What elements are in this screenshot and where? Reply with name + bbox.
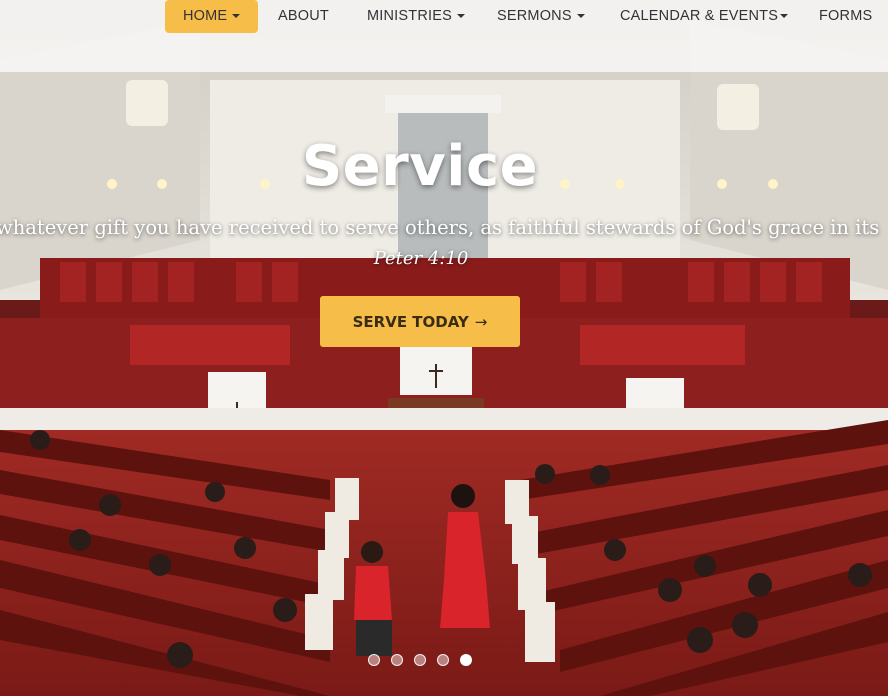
hero-verse: whatever gift you have received to serve… — [0, 216, 880, 239]
nav-item-home[interactable]: HOME — [165, 0, 259, 33]
nav-item-label: FORMS — [819, 8, 873, 24]
nav-item-label: CALENDAR & EVENTS — [620, 8, 779, 24]
caret-down-icon — [780, 14, 789, 19]
nav-item-ministries[interactable]: MINISTRIES — [367, 0, 465, 33]
arrow-right-icon: → — [474, 312, 488, 331]
church-interior-image — [0, 0, 888, 696]
nav-item-label: SERMONS — [497, 8, 572, 24]
caret-down-icon — [576, 14, 585, 19]
nav-menu: HOME ABOUT MINISTRIES SERMONS CALENDAR &… — [0, 0, 888, 33]
nav-item-forms[interactable]: FORMS — [819, 0, 872, 33]
nav-item-sermons[interactable]: SERMONS — [497, 0, 585, 33]
hero-title: Service — [301, 134, 539, 199]
carousel-dot-1[interactable] — [368, 654, 380, 666]
main-navbar: HOME ABOUT MINISTRIES SERMONS CALENDAR &… — [0, 0, 888, 72]
serve-today-button[interactable]: SERVE TODAY → — [320, 296, 520, 347]
caret-down-icon — [232, 14, 241, 19]
cta-label: SERVE TODAY — [352, 312, 469, 331]
carousel-dot-2[interactable] — [391, 654, 403, 666]
nav-item-calendar-events[interactable]: CALENDAR & EVENTS — [620, 0, 789, 33]
carousel-dot-5[interactable] — [460, 654, 472, 666]
nav-item-label: ABOUT — [278, 8, 329, 24]
carousel-indicators — [368, 654, 472, 666]
carousel-dot-3[interactable] — [414, 654, 426, 666]
nav-item-label: HOME — [183, 8, 228, 24]
nav-item-about[interactable]: ABOUT — [278, 0, 329, 33]
hero-background — [0, 0, 888, 696]
caret-down-icon — [456, 14, 465, 19]
nav-item-label: MINISTRIES — [367, 8, 452, 24]
hero-verse-reference: Peter 4:10 — [373, 248, 469, 269]
carousel-dot-4[interactable] — [437, 654, 449, 666]
